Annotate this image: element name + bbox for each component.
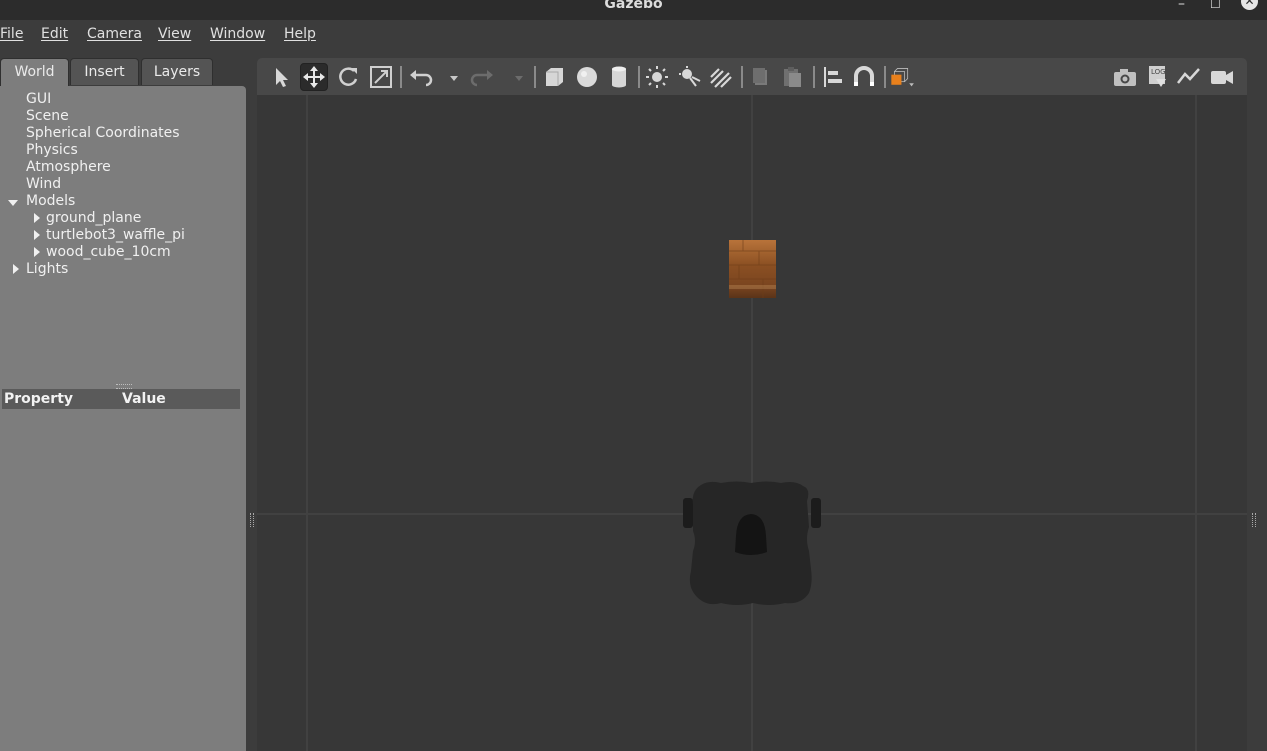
paste-icon[interactable] bbox=[779, 63, 807, 91]
undo-icon[interactable] bbox=[406, 63, 434, 91]
minimize-button[interactable]: – bbox=[1178, 0, 1185, 14]
expand-arrow-right-icon[interactable] bbox=[34, 247, 40, 257]
3d-viewport[interactable] bbox=[257, 95, 1247, 751]
tree-item-model[interactable]: wood_cube_10cm bbox=[46, 244, 171, 261]
wood-cube-model[interactable] bbox=[729, 239, 777, 299]
tree-item-model[interactable]: ground_plane bbox=[46, 210, 141, 227]
panel-divider[interactable] bbox=[246, 48, 257, 751]
copy-icon[interactable] bbox=[747, 63, 775, 91]
toolbar-separator bbox=[638, 66, 640, 88]
tree-item-atmosphere[interactable]: Atmosphere bbox=[26, 159, 111, 176]
menu-camera[interactable]: Camera bbox=[87, 26, 142, 42]
tree-item-model[interactable]: turtlebot3_waffle_pi bbox=[46, 227, 185, 244]
menu-view[interactable]: View bbox=[158, 26, 191, 42]
align-icon[interactable] bbox=[819, 63, 847, 91]
redo-history-dropdown-icon[interactable] bbox=[505, 63, 523, 91]
maximize-button[interactable]: ☐ bbox=[1210, 0, 1221, 14]
expand-arrow-right-icon[interactable] bbox=[34, 213, 40, 223]
value-column-header: Value bbox=[122, 391, 166, 407]
menu-file[interactable]: File bbox=[0, 26, 23, 42]
left-panel-tabs: World Insert Layers bbox=[0, 58, 246, 86]
screenshot-icon[interactable] bbox=[1111, 63, 1139, 91]
sphere-shape-icon[interactable] bbox=[573, 63, 601, 91]
video-record-icon[interactable] bbox=[1208, 63, 1236, 91]
tab-world[interactable]: World bbox=[0, 58, 69, 86]
right-panel-grip-icon[interactable] bbox=[1252, 513, 1256, 527]
right-panel-collapsed[interactable] bbox=[1247, 58, 1267, 751]
toolbar-separator bbox=[400, 66, 402, 88]
tree-item-lights[interactable]: Lights bbox=[26, 261, 68, 278]
divider-grip-icon[interactable] bbox=[250, 513, 254, 527]
menu-edit[interactable]: Edit bbox=[41, 26, 68, 42]
box-shape-icon[interactable] bbox=[540, 63, 568, 91]
grid-line bbox=[1195, 95, 1197, 751]
plot-icon[interactable] bbox=[1175, 63, 1203, 91]
property-column-header: Property bbox=[4, 391, 74, 407]
select-mode-icon[interactable] bbox=[267, 63, 295, 91]
toolbar-separator bbox=[741, 66, 743, 88]
window-title-bar: Gazebo – ☐ ✕ bbox=[0, 0, 1267, 20]
toolbar-separator bbox=[534, 66, 536, 88]
view-angle-icon[interactable] bbox=[889, 63, 925, 91]
grid-line bbox=[306, 95, 308, 751]
cylinder-shape-icon[interactable] bbox=[605, 63, 633, 91]
menu-window[interactable]: Window bbox=[210, 26, 265, 42]
tree-item-scene[interactable]: Scene bbox=[26, 108, 69, 125]
window-title: Gazebo bbox=[604, 0, 663, 12]
toolbar-separator bbox=[813, 66, 815, 88]
tree-item-models[interactable]: Models bbox=[26, 193, 75, 210]
grid-line bbox=[751, 95, 753, 751]
menu-bar: File Edit Camera View Window Help bbox=[0, 20, 1267, 48]
redo-icon[interactable] bbox=[469, 63, 497, 91]
tree-item-wind[interactable]: Wind bbox=[26, 176, 61, 193]
tree-item-physics[interactable]: Physics bbox=[26, 142, 78, 159]
log-icon[interactable]: LOG bbox=[1144, 63, 1172, 91]
rotate-mode-icon[interactable] bbox=[334, 63, 362, 91]
svg-text:LOG: LOG bbox=[1151, 68, 1166, 76]
tab-insert[interactable]: Insert bbox=[70, 58, 139, 85]
scale-mode-icon[interactable] bbox=[367, 63, 395, 91]
toolbar-separator bbox=[884, 66, 886, 88]
tree-item-gui[interactable]: GUI bbox=[26, 91, 51, 108]
point-light-icon[interactable] bbox=[643, 63, 671, 91]
tab-layers[interactable]: Layers bbox=[141, 58, 213, 85]
tree-item-spherical-coordinates[interactable]: Spherical Coordinates bbox=[26, 125, 180, 142]
main-toolbar: LOG bbox=[257, 58, 1247, 95]
undo-history-dropdown-icon[interactable] bbox=[440, 63, 458, 91]
world-panel: GUI Scene Spherical Coordinates Physics … bbox=[0, 86, 246, 751]
expand-arrow-right-icon[interactable] bbox=[13, 264, 19, 274]
menu-help[interactable]: Help bbox=[284, 26, 316, 42]
expand-arrow-down-icon[interactable] bbox=[8, 200, 18, 206]
turtlebot-model[interactable] bbox=[681, 479, 825, 607]
expand-arrow-right-icon[interactable] bbox=[34, 230, 40, 240]
directional-light-icon[interactable] bbox=[707, 63, 735, 91]
translate-mode-icon[interactable] bbox=[300, 63, 328, 91]
property-table-header: Property Value bbox=[2, 389, 240, 409]
snap-icon[interactable] bbox=[850, 63, 878, 91]
spot-light-icon[interactable] bbox=[675, 63, 703, 91]
